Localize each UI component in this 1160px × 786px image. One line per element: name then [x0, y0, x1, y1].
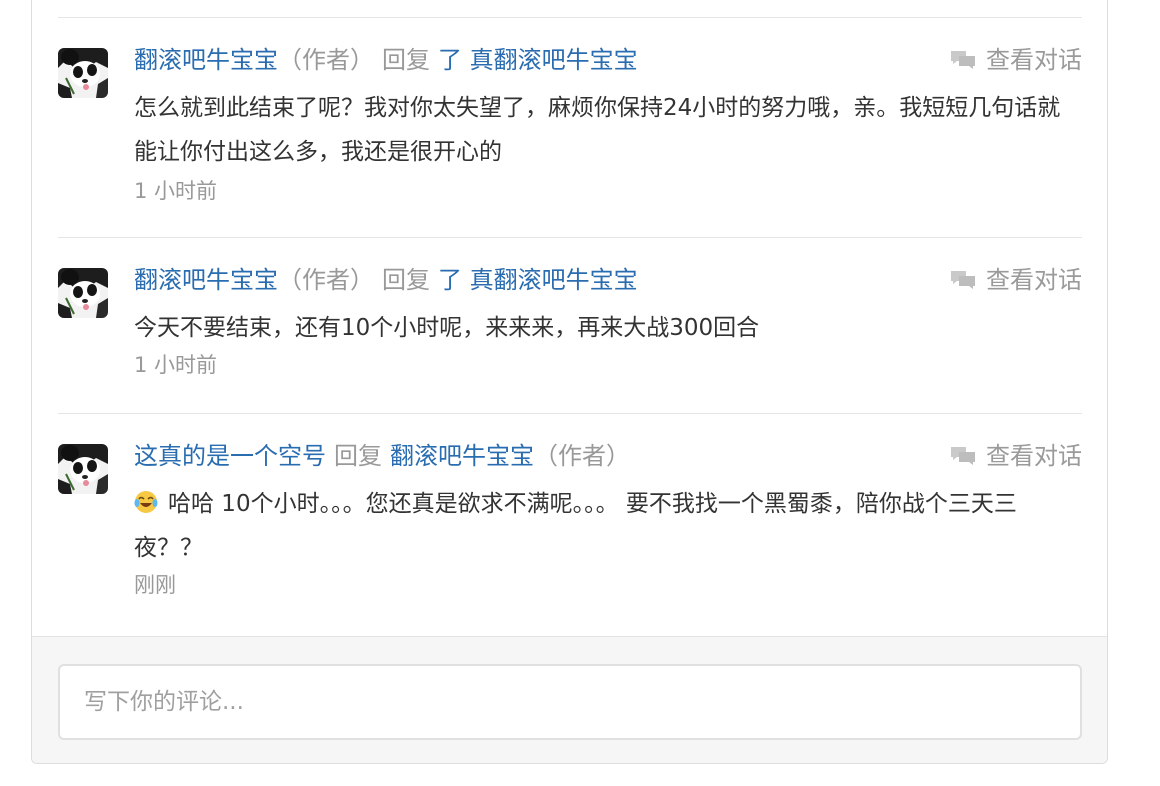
- reply-label: 回复: [334, 442, 382, 470]
- comment-footer: [32, 636, 1107, 763]
- laughing-tears-emoji-icon: [134, 491, 158, 513]
- author-name[interactable]: 翻滚吧牛宝宝: [134, 266, 278, 294]
- reply-to-tag: （作者）: [534, 442, 630, 470]
- view-dialog-label: 查看对话: [986, 266, 1082, 294]
- reply-to-name[interactable]: 了 真翻滚吧牛宝宝: [438, 266, 638, 294]
- reply-to-name[interactable]: 翻滚吧牛宝宝: [390, 442, 534, 470]
- author-tag: （作者）: [278, 266, 374, 294]
- view-dialog-button[interactable]: 查看对话: [950, 262, 1082, 298]
- avatar[interactable]: [58, 444, 108, 494]
- reply-label: 回复: [382, 46, 430, 74]
- comment-time: 1 小时前: [134, 179, 218, 203]
- panda-avatar-icon: [58, 268, 108, 318]
- comment-item: 这真的是一个空号回复翻滚吧牛宝宝（作者） 查看对话 哈哈 10个小时。。。您: [58, 413, 1082, 632]
- panda-avatar-icon: [58, 48, 108, 98]
- avatar[interactable]: [58, 48, 108, 98]
- comment-time: 1 小时前: [134, 353, 218, 377]
- comment-item: 翻滚吧牛宝宝（作者） 回复了 真翻滚吧牛宝宝 查看对话 怎么就到此结束了呢？我对你…: [58, 17, 1082, 237]
- comment-item: 翻滚吧牛宝宝（作者） 回复了 真翻滚吧牛宝宝 查看对话 今天不要结束，还有10个小…: [58, 237, 1082, 413]
- comment-input[interactable]: [58, 664, 1082, 740]
- comments-panel: 翻滚吧牛宝宝（作者） 回复了 真翻滚吧牛宝宝 查看对话 怎么就到此结束了呢？我对你…: [31, 0, 1108, 764]
- comment-header: 翻滚吧牛宝宝（作者） 回复了 真翻滚吧牛宝宝 查看对话: [134, 42, 1082, 78]
- chat-bubbles-icon: [951, 51, 975, 69]
- chat-bubbles-icon: [951, 271, 975, 289]
- avatar[interactable]: [58, 268, 108, 318]
- panda-avatar-icon: [58, 444, 108, 494]
- reply-label: 回复: [382, 266, 430, 294]
- comment-body: 哈哈 10个小时。。。您还真是欲求不满呢。。。 要不我找一个黑蜀黍，陪你战个三天…: [134, 482, 1074, 570]
- reply-to-name[interactable]: 了 真翻滚吧牛宝宝: [438, 46, 638, 74]
- comment-list: 翻滚吧牛宝宝（作者） 回复了 真翻滚吧牛宝宝 查看对话 怎么就到此结束了呢？我对你…: [58, 17, 1082, 632]
- author-name[interactable]: 翻滚吧牛宝宝: [134, 46, 278, 74]
- comment-header: 翻滚吧牛宝宝（作者） 回复了 真翻滚吧牛宝宝 查看对话: [134, 262, 1082, 298]
- comment-text: 哈哈 10个小时。。。您还真是欲求不满呢。。。 要不我找一个黑蜀黍，陪你战个三天…: [134, 491, 1017, 561]
- author-name[interactable]: 这真的是一个空号: [134, 442, 326, 470]
- comment-time: 刚刚: [134, 573, 176, 597]
- comment-text: 怎么就到此结束了呢？我对你太失望了，麻烦你保持24小时的努力哦，亲。我短短几句话…: [134, 95, 1061, 165]
- view-dialog-button[interactable]: 查看对话: [950, 438, 1082, 474]
- view-dialog-label: 查看对话: [986, 442, 1082, 470]
- view-dialog-button[interactable]: 查看对话: [950, 42, 1082, 78]
- comment-text: 今天不要结束，还有10个小时呢，来来来，再来大战300回合: [134, 315, 760, 341]
- comment-header: 这真的是一个空号 回复 翻滚吧牛宝宝（作者） 查看对话: [134, 438, 1082, 474]
- view-dialog-label: 查看对话: [986, 46, 1082, 74]
- chat-bubbles-icon: [951, 447, 975, 465]
- author-tag: （作者）: [278, 46, 374, 74]
